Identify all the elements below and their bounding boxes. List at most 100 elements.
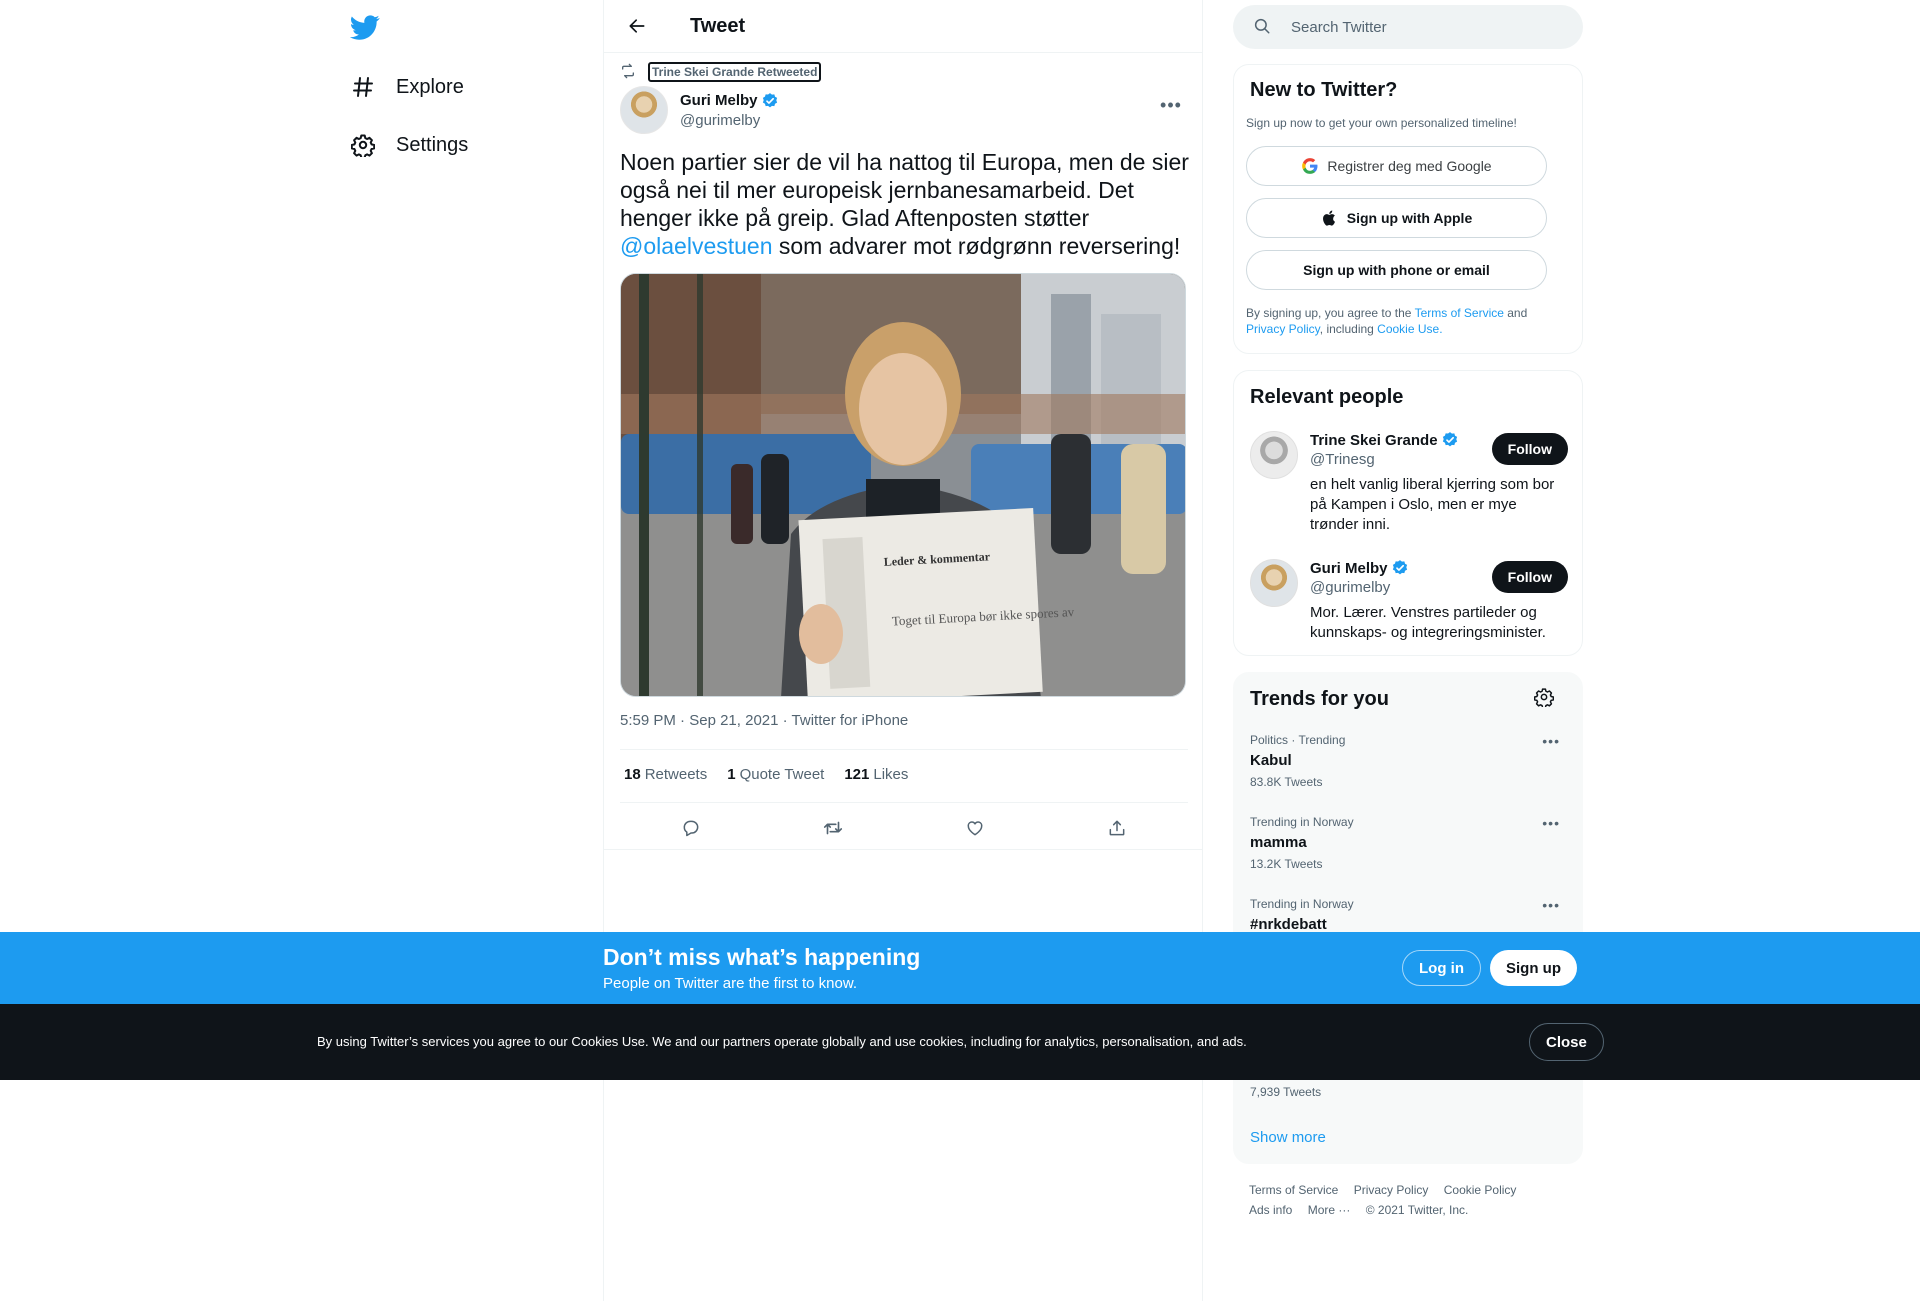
new-to-twitter-subtitle: Sign up now to get your own personalized… [1246,116,1517,130]
footer-copyright: © 2021 Twitter, Inc. [1365,1203,1469,1217]
follow-button[interactable]: Follow [1491,561,1568,593]
meta-separator: · [778,712,792,729]
nav-settings[interactable]: Settings [350,120,468,170]
verified-badge-icon [1392,560,1407,575]
retweets-stat[interactable]: 18 Retweets [624,766,707,783]
person-handle[interactable]: @gurimelby [1310,579,1390,596]
likes-label: Likes [873,766,909,783]
tweet-source-link[interactable]: Twitter for iPhone [792,712,909,729]
person-handle[interactable]: @Trinesg [1310,451,1375,468]
trend-context: Politics · Trending [1250,733,1346,747]
phone-email-signup-button[interactable]: Sign up with phone or email [1246,250,1547,290]
tweet-date: Sep 21, 2021 [689,712,779,729]
trend-context: Trending in Norway [1250,897,1354,911]
footer-terms-link[interactable]: Terms of Service [1249,1183,1338,1197]
quotes-count: 1 [727,766,736,783]
retweet-icon [620,63,638,81]
more-options-icon[interactable]: ••• [1542,897,1560,913]
back-arrow-icon[interactable] [620,9,654,43]
likes-stat[interactable]: 121 Likes [844,766,908,783]
cookie-use-link[interactable]: Cookie Use. [1377,322,1442,336]
tweet-author: Guri Melby @gurimelby ••• [620,86,1188,134]
retweeted-by-link[interactable]: Trine Skei Grande Retweeted [648,62,822,82]
more-options-icon[interactable]: ••• [1542,733,1560,749]
new-to-twitter-title: New to Twitter? [1250,79,1398,101]
google-logo-icon [1302,158,1318,174]
trends-card: Trends for you Politics · Trending Kabul… [1233,672,1583,1164]
nav-explore[interactable]: Explore [350,62,464,112]
tweet-stats: 18 Retweets 1 Quote Tweet 121 Likes [624,766,928,783]
search-icon [1253,17,1273,37]
tweet-text-part: Noen partier sier de vil ha nattog til E… [620,149,1189,231]
avatar[interactable] [620,86,668,134]
signup-legal-text: By signing up, you agree to the Terms of… [1246,305,1566,337]
banner-title: Don’t miss what’s happening [603,944,921,970]
trend-count: 7,939 Tweets [1250,1085,1322,1099]
twitter-logo-icon[interactable] [349,12,382,44]
tweet-text: Noen partier sier de vil ha nattog til E… [620,148,1190,260]
privacy-policy-link[interactable]: Privacy Policy [1246,322,1320,336]
show-more-link[interactable]: Show more [1250,1129,1326,1146]
login-button[interactable]: Log in [1402,950,1481,986]
person-row[interactable]: Guri Melby @gurimelby Mor. Lærer. Venstr… [1250,559,1568,649]
divider [620,749,1188,750]
signup-button[interactable]: Sign up [1490,950,1577,986]
tweet-meta: 5:59 PM · Sep 21, 2021 · Twitter for iPh… [620,712,908,729]
more-options-icon[interactable]: ••• [1154,90,1188,120]
person-row[interactable]: Trine Skei Grande @Trinesg en helt vanli… [1250,431,1568,541]
person-bio: Mor. Lærer. Venstres partileder og kunns… [1310,604,1546,641]
retweet-action-icon[interactable] [815,810,851,846]
footer-privacy-link[interactable]: Privacy Policy [1354,1183,1429,1197]
relevant-people-card: Relevant people Trine Skei Grande @Trine… [1233,370,1583,656]
tweet-photo[interactable]: Leder & kommentar Toget til Europa bør i… [620,273,1186,697]
footer-ads-info-link[interactable]: Ads info [1249,1203,1292,1217]
legal-text-part: By signing up, you agree to the [1246,306,1415,320]
footer: Terms of Service Privacy Policy Cookie P… [1249,1180,1569,1220]
banner-subtitle: People on Twitter are the first to know. [603,975,858,992]
mention-link[interactable]: @olaelvestuen [620,233,773,259]
quote-tweets-stat[interactable]: 1 Quote Tweet [727,766,824,783]
trend-context: Trending in Norway [1250,815,1354,829]
divider [604,849,1202,850]
person-name[interactable]: Trine Skei Grande [1310,431,1459,449]
tweet-time-link[interactable]: 5:59 PM · Sep 21, 2021 [620,712,778,729]
relevant-people-title: Relevant people [1250,386,1404,408]
avatar[interactable] [1250,559,1298,607]
trend-name: mamma [1250,834,1307,851]
retweet-context: Trine Skei Grande Retweeted [620,62,822,82]
tweet-header: Tweet [604,0,1202,53]
nav-explore-label: Explore [396,75,464,98]
terms-of-service-link[interactable]: Terms of Service [1415,306,1504,320]
gear-icon[interactable] [1533,687,1556,709]
new-to-twitter-card: New to Twitter? Sign up now to get your … [1233,64,1583,354]
signup-banner: Don’t miss what’s happening People on Tw… [0,932,1920,1004]
apple-logo-icon [1322,210,1335,226]
reply-icon[interactable] [673,810,709,846]
trend-item[interactable]: Trending in Norway #nrkdebatt ••• [1250,897,1568,933]
footer-cookie-link[interactable]: Cookie Policy [1444,1183,1517,1197]
trend-item[interactable]: Politics · Trending Kabul 83.8K Tweets •… [1250,733,1568,789]
main-column: Tweet Trine Skei Grande Retweeted Guri M… [603,0,1203,1301]
cookie-banner: By using Twitter’s services you agree to… [0,1004,1920,1080]
author-handle[interactable]: @gurimelby [680,112,779,129]
more-options-icon[interactable]: ••• [1542,815,1560,831]
share-icon[interactable] [1099,810,1135,846]
person-name[interactable]: Guri Melby [1310,559,1409,577]
verified-badge-icon [762,92,777,107]
close-cookie-button[interactable]: Close [1529,1023,1604,1061]
search-box[interactable] [1233,5,1583,49]
retweets-count: 18 [624,766,641,783]
avatar[interactable] [1250,431,1298,479]
author-display-name[interactable]: Guri Melby [680,92,779,110]
like-heart-icon[interactable] [957,810,993,846]
legal-text-part: , including [1319,322,1378,336]
trend-item[interactable]: Trending in Norway mamma 13.2K Tweets ••… [1250,815,1568,871]
footer-more-link[interactable]: More ··· [1308,1203,1351,1217]
verified-badge-icon [1442,432,1457,447]
apple-signup-button[interactable]: Sign up with Apple [1246,198,1547,238]
search-input[interactable] [1291,18,1551,36]
author-name-text: Guri Melby [680,92,758,109]
meta-separator: · [675,712,690,729]
google-signup-button[interactable]: Registrer deg med Google [1246,146,1547,186]
follow-button[interactable]: Follow [1491,433,1568,465]
